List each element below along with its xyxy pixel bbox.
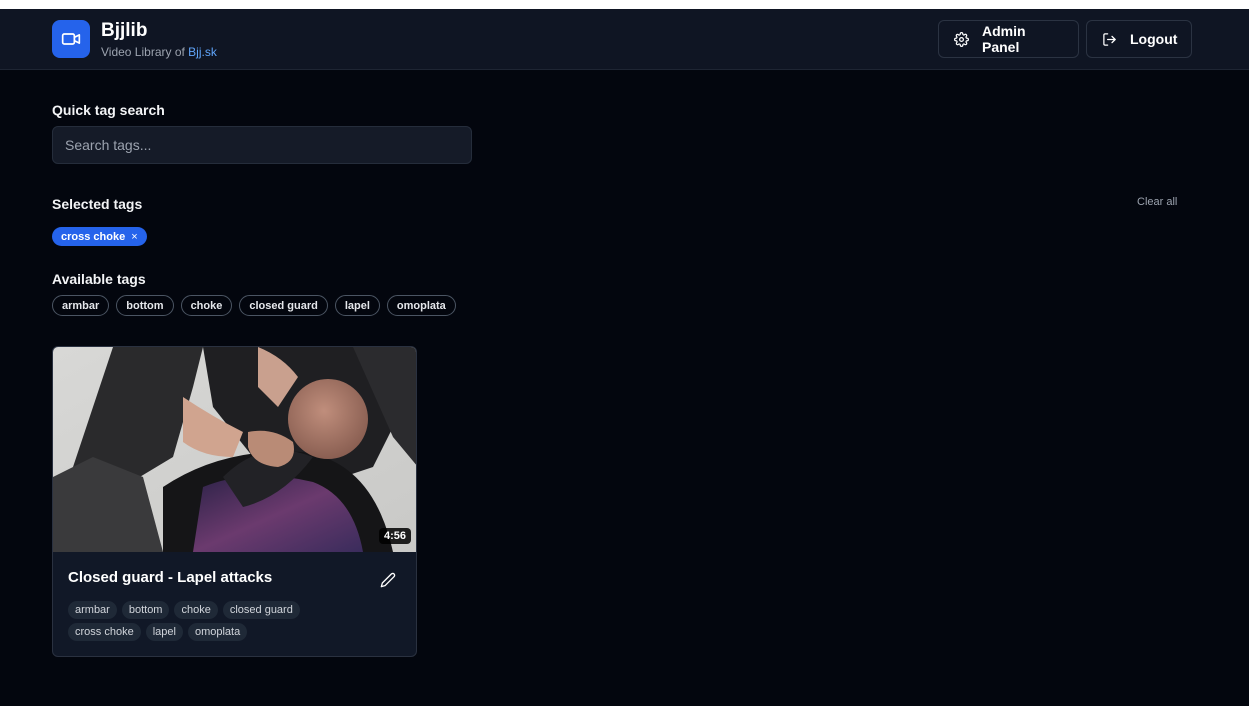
video-tag[interactable]: bottom	[121, 601, 170, 619]
logout-button[interactable]: Logout	[1086, 20, 1192, 58]
gear-icon	[954, 31, 969, 47]
admin-panel-button[interactable]: Admin Panel	[938, 20, 1079, 58]
video-tag[interactable]: lapel	[145, 623, 183, 641]
available-tag-bottom[interactable]: bottom	[116, 295, 174, 316]
video-tag[interactable]: choke	[174, 601, 218, 619]
selected-tag[interactable]: cross choke ×	[52, 227, 147, 246]
app-subtitle: Video Library of Bjj.sk	[101, 45, 217, 59]
video-card[interactable]: 4:56 Closed guard - Lapel attacks armbar…	[52, 346, 417, 657]
thumbnail-image	[53, 347, 416, 552]
available-tag-lapel[interactable]: lapel	[334, 295, 380, 316]
search-label: Quick tag search	[52, 102, 165, 118]
available-tag-closed-guard[interactable]: closed guard	[239, 295, 328, 316]
video-tag[interactable]: omoplata	[187, 623, 248, 641]
available-tags-label: Available tags	[52, 271, 146, 287]
video-tags: armbar bottom choke closed guard cross c…	[68, 601, 368, 641]
subtitle-text: Video Library of	[101, 45, 189, 59]
selected-tag-label: cross choke	[61, 230, 126, 243]
video-tag[interactable]: armbar	[68, 601, 117, 619]
site-link[interactable]: Bjj.sk	[188, 45, 217, 59]
available-tag-omoplata[interactable]: omoplata	[386, 295, 456, 316]
video-camera-icon	[61, 33, 81, 45]
logout-label: Logout	[1130, 31, 1178, 47]
video-thumbnail[interactable]: 4:56	[53, 347, 416, 552]
admin-panel-label: Admin Panel	[982, 23, 1026, 55]
selected-tags-label: Selected tags	[52, 196, 143, 212]
available-tag-choke[interactable]: choke	[180, 295, 233, 316]
logo	[52, 20, 90, 58]
video-title[interactable]: Closed guard - Lapel attacks	[68, 569, 272, 586]
clear-all-button[interactable]: Clear all	[1137, 196, 1177, 208]
available-tags-list: armbar bottom choke closed guard lapel o…	[52, 295, 456, 316]
video-tag[interactable]: closed guard	[222, 601, 300, 619]
tag-search-input[interactable]	[52, 126, 472, 164]
app-title: Bjjlib	[101, 20, 148, 41]
pencil-icon[interactable]	[380, 572, 396, 588]
app-header: Bjjlib Video Library of Bjj.sk Admin Pan…	[0, 9, 1249, 70]
logout-icon	[1103, 32, 1116, 46]
remove-tag-icon[interactable]: ×	[131, 231, 137, 243]
available-tag-armbar[interactable]: armbar	[52, 295, 110, 316]
video-tag[interactable]: cross choke	[68, 623, 141, 641]
top-strip	[0, 0, 1249, 9]
video-duration: 4:56	[378, 528, 411, 544]
